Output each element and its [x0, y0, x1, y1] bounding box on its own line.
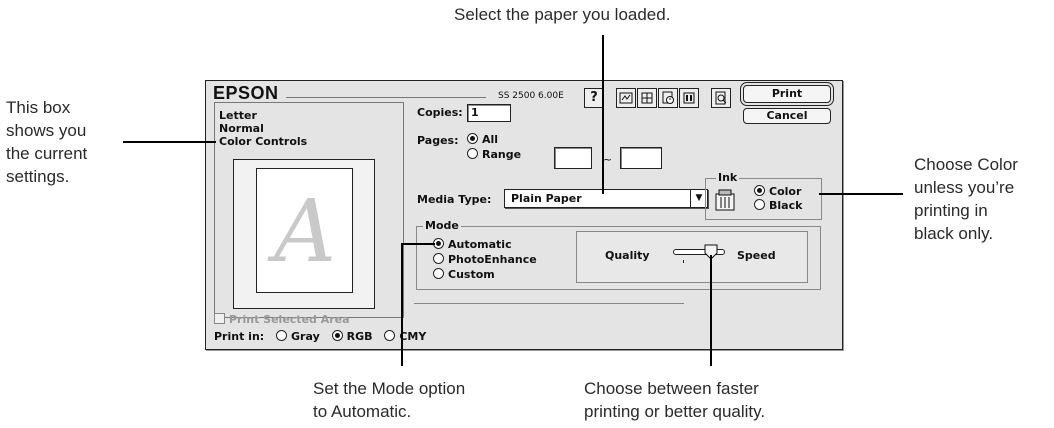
- callout-choose-color: Choose Color unless you’re printing in b…: [914, 155, 1018, 243]
- ink-cartridge-icon: [715, 189, 735, 211]
- background-print-icon[interactable]: [658, 88, 678, 108]
- title-divider: [286, 97, 486, 98]
- quality-speed-slider[interactable]: [673, 244, 725, 264]
- settings-summary-box: Letter Normal Color Controls A: [214, 102, 404, 318]
- mode-automatic-radio[interactable]: Automatic: [433, 238, 512, 251]
- media-type-label: Media Type:: [417, 193, 492, 206]
- leader-line-right: [819, 193, 903, 195]
- speed-label: Speed: [737, 249, 776, 262]
- ink-color-radio[interactable]: Color: [754, 185, 801, 198]
- preview-letter: A: [273, 182, 337, 282]
- range-to-field[interactable]: [620, 147, 662, 169]
- pages-all-radio[interactable]: All: [467, 133, 498, 146]
- cancel-button[interactable]: Cancel: [743, 108, 831, 124]
- leader-line-left: [123, 141, 216, 143]
- ink-group: Ink Color Black: [705, 171, 822, 220]
- bottom-divider: [414, 303, 684, 304]
- ink-black-radio[interactable]: Black: [754, 199, 802, 212]
- preview-page: A: [256, 168, 353, 293]
- copies-value: 1: [471, 106, 479, 119]
- radio-unselected-icon: [467, 148, 478, 159]
- range-from-field[interactable]: [554, 147, 592, 169]
- utility-icon[interactable]: [679, 88, 699, 108]
- copies-label: Copies:: [417, 106, 463, 119]
- ink-group-label: Ink: [716, 171, 740, 184]
- summary-color: Color Controls: [219, 135, 308, 148]
- radio-unselected-icon: [384, 330, 396, 341]
- callout-select-paper: Select the paper you loaded.: [454, 5, 671, 24]
- radio-selected-icon: [754, 185, 765, 196]
- summary-media: Normal: [219, 122, 264, 135]
- help-button[interactable]: ?: [584, 88, 604, 108]
- mode-group-label: Mode: [423, 219, 461, 232]
- radio-unselected-icon: [754, 199, 765, 210]
- print-button[interactable]: Print: [743, 85, 831, 103]
- pages-label: Pages:: [417, 134, 459, 147]
- media-type-value: Plain Paper: [511, 192, 582, 205]
- slider-tick: [683, 260, 684, 263]
- print-dialog: EPSON SS 2500 6.00E ? Print Cancel Lette…: [205, 80, 843, 350]
- pages-range-radio[interactable]: Range: [467, 148, 521, 161]
- callout-quality-speed: Choose between faster printing or better…: [584, 379, 766, 421]
- quality-label: Quality: [605, 249, 650, 262]
- status-monitor-icon[interactable]: [616, 88, 636, 108]
- print-in-rgb-radio[interactable]: RGB: [331, 330, 372, 343]
- copies-field[interactable]: 1: [467, 104, 511, 122]
- checkbox-icon: [214, 313, 225, 324]
- page-setup-icon[interactable]: [637, 88, 657, 108]
- print-in-gray-radio[interactable]: Gray: [276, 330, 320, 343]
- leader-line-top: [602, 35, 604, 194]
- media-type-select[interactable]: Plain Paper ▼: [504, 189, 708, 208]
- radio-unselected-icon: [276, 330, 288, 341]
- range-separator: ~: [603, 153, 613, 166]
- leader-line-slider: [710, 255, 712, 366]
- print-selected-area-checkbox[interactable]: Print Selected Area: [214, 313, 350, 326]
- callout-mode-automatic: Set the Mode option to Automatic.: [313, 379, 466, 421]
- radio-unselected-icon: [433, 253, 444, 264]
- print-in-cmy-radio[interactable]: CMY: [384, 330, 426, 343]
- callout-current-settings: This box shows you the current settings.: [6, 98, 88, 186]
- radio-selected-icon: [467, 133, 478, 144]
- leader-line-mode-tick: [401, 243, 435, 245]
- leader-line-mode: [401, 243, 403, 366]
- print-in-label: Print in:: [214, 330, 265, 343]
- print-in-row: Print in: Gray RGB CMY: [214, 330, 426, 343]
- brand-logo: EPSON: [213, 83, 279, 103]
- radio-unselected-icon: [433, 268, 444, 279]
- print-preview-icon[interactable]: [711, 88, 731, 108]
- quality-speed-panel: Quality Speed: [576, 231, 808, 283]
- summary-paper-size: Letter: [219, 109, 257, 122]
- radio-selected-icon: [331, 330, 343, 341]
- mode-photoenhance-radio[interactable]: PhotoEnhance: [433, 253, 537, 266]
- page-preview: A: [233, 159, 375, 309]
- mode-group: Mode Automatic PhotoEnhance Custom Quali…: [416, 219, 821, 290]
- driver-version: SS 2500 6.00E: [498, 91, 564, 101]
- mode-custom-radio[interactable]: Custom: [433, 268, 495, 281]
